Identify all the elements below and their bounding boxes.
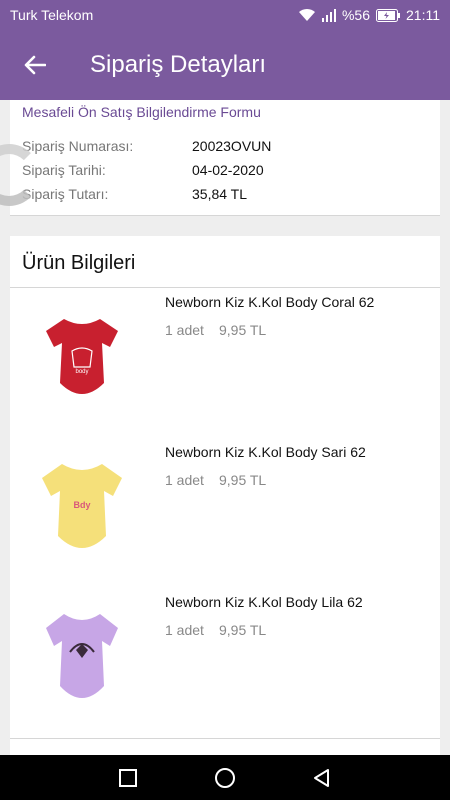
product-image: Bdy (22, 446, 142, 576)
circle-home-icon (214, 767, 235, 788)
battery-icon (376, 8, 400, 22)
product-image: body (22, 296, 142, 426)
status-bar: Turk Telekom %56 21:11 (0, 0, 450, 30)
wifi-icon (298, 8, 316, 22)
product-quantity: 1 adet (165, 322, 204, 338)
home-button[interactable] (210, 763, 240, 793)
triangle-back-icon (313, 768, 329, 787)
order-total-label: Sipariş Tutarı: (22, 186, 109, 202)
signal-icon (321, 8, 336, 22)
product-price: 9,95 TL (219, 472, 267, 488)
app-bar: Sipariş Detayları (0, 30, 450, 100)
system-nav-bar (0, 755, 450, 800)
products-card: Ürün Bilgileri body Newborn Kiz K.Kol Bo… (10, 236, 440, 755)
order-number-label: Sipariş Numarası: (22, 138, 134, 154)
products-title: Ürün Bilgileri (22, 252, 136, 274)
product-name: Newborn Kiz K.Kol Body Sari 62 (165, 444, 366, 460)
recent-apps-button[interactable] (113, 763, 143, 793)
clock: 21:11 (406, 7, 440, 23)
product-name: Newborn Kiz K.Kol Body Coral 62 (165, 294, 375, 310)
order-date-label: Sipariş Tarihi: (22, 162, 106, 178)
battery-percent: %56 (341, 7, 370, 23)
svg-text:Bdy: Bdy (73, 500, 90, 510)
arrow-left-icon (24, 55, 46, 75)
divider (10, 738, 440, 739)
order-date-value: 04-02-2020 (192, 162, 264, 178)
product-price: 9,95 TL (219, 322, 267, 338)
order-info-card: Mesafeli Ön Satış Bilgilendirme Formu Si… (10, 100, 440, 216)
order-date-row: Sipariş Tarihi: 04-02-2020 (22, 162, 422, 178)
order-total-value: 35,84 TL (192, 186, 248, 202)
svg-text:body: body (75, 369, 88, 375)
sales-form-link[interactable]: Mesafeli Ön Satış Bilgilendirme Formu (22, 104, 261, 120)
product-item[interactable]: body Newborn Kiz K.Kol Body Coral 62 1 a… (10, 288, 440, 438)
square-recent-icon (119, 768, 138, 787)
carrier-name: Turk Telekom (10, 7, 94, 23)
order-total-row: Sipariş Tutarı: 35,84 TL (22, 186, 422, 202)
system-back-button[interactable] (307, 763, 337, 793)
content-area[interactable]: Mesafeli Ön Satış Bilgilendirme Formu Si… (0, 100, 450, 755)
order-number-row: Sipariş Numarası: 20023OVUN (22, 138, 422, 154)
product-name: Newborn Kiz K.Kol Body Lila 62 (165, 594, 363, 610)
product-item[interactable]: Newborn Kiz K.Kol Body Lila 62 1 adet 9,… (10, 588, 440, 738)
product-image (22, 596, 142, 726)
order-number-value: 20023OVUN (192, 138, 272, 154)
back-button[interactable] (0, 30, 70, 100)
product-quantity: 1 adet (165, 622, 204, 638)
page-title: Sipariş Detayları (90, 51, 267, 78)
product-price: 9,95 TL (219, 622, 267, 638)
product-item[interactable]: Bdy Newborn Kiz K.Kol Body Sari 62 1 ade… (10, 438, 440, 588)
product-quantity: 1 adet (165, 472, 204, 488)
